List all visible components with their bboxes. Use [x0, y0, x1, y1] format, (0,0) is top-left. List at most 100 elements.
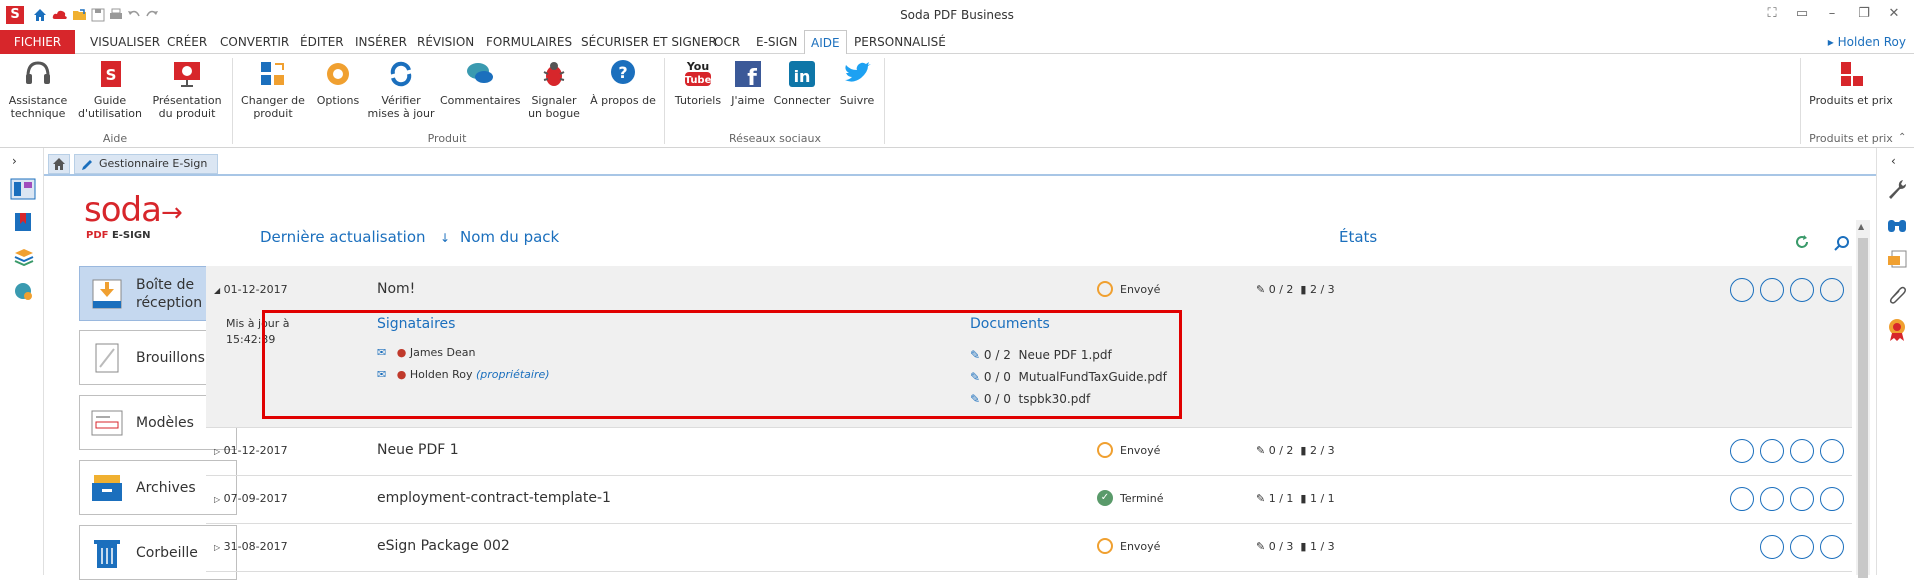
row-expand-icon[interactable]: ▷	[214, 447, 220, 456]
follow-button[interactable]: Suivre	[834, 58, 880, 107]
attachment-icon[interactable]	[1886, 284, 1908, 306]
guide-button[interactable]: S Guide d'utilisation	[76, 58, 144, 120]
comments-button[interactable]: Commentaires	[440, 58, 520, 107]
about-button[interactable]: ? À propos de	[588, 58, 658, 107]
row-expand-icon[interactable]: ▷	[214, 543, 220, 552]
table-row[interactable]: ▷ 31-08-2017 eSign Package 002 Envoyé ✎ …	[206, 524, 1852, 572]
print-action-icon[interactable]	[1790, 487, 1814, 511]
settings-action-icon[interactable]	[1760, 278, 1784, 302]
youtube-logo-bottom: Tube	[685, 75, 712, 86]
sort-arrow-icon[interactable]: ↓	[440, 231, 450, 245]
presentation-button[interactable]: Présentation du produit	[148, 58, 226, 120]
layers-icon[interactable]	[14, 248, 34, 266]
row-date-value: 01-12-2017	[223, 444, 288, 457]
row-counts: ✎ 0 / 2 ▮ 2 / 3	[1256, 444, 1335, 457]
refresh-icon[interactable]	[1794, 234, 1810, 250]
download-action-icon[interactable]	[1730, 487, 1754, 511]
sign-action-icon[interactable]	[1730, 278, 1754, 302]
tutorials-button[interactable]: You Tube Tutoriels	[668, 58, 728, 107]
scroll-up-icon[interactable]: ▲	[1858, 222, 1864, 231]
esign-manager-tab[interactable]: Gestionnaire E-Sign	[74, 154, 219, 174]
options-button[interactable]: Options	[314, 58, 362, 107]
fullscreen-icon[interactable]: ⛶	[1762, 5, 1782, 23]
menu-editer[interactable]: ÉDITER	[294, 30, 350, 54]
expand-panel-icon[interactable]: ›	[12, 154, 17, 168]
row-sign-count: 0 / 3	[1268, 540, 1294, 553]
comment-pages-icon[interactable]	[1886, 248, 1908, 270]
column-last-update[interactable]: Dernière actualisation	[260, 228, 426, 246]
report-bug-button[interactable]: Signaler un bogue	[524, 58, 584, 120]
maximize-button[interactable]: ❐	[1854, 5, 1874, 23]
row-collapse-icon[interactable]: ◢	[214, 286, 220, 295]
table-row[interactable]: ▷ 01-12-2017 Neue PDF 1 Envoyé ✎ 0 / 2 ▮…	[206, 428, 1852, 476]
group-separator	[664, 58, 665, 144]
inbox-icon	[92, 279, 122, 309]
presentation-icon	[174, 62, 200, 87]
table-row[interactable]: ▷ 07-09-2017 employment-contract-templat…	[206, 476, 1852, 524]
menu-securiser[interactable]: SÉCURISER ET SIGNER	[575, 30, 723, 54]
minimize-button[interactable]: –	[1822, 5, 1842, 23]
bookmarks-icon[interactable]	[14, 212, 32, 232]
restore-layout-icon[interactable]: ▭	[1792, 5, 1812, 23]
ribbon-collapse-icon[interactable]: ⌃	[1898, 132, 1906, 143]
products-prices-button[interactable]: Produits et prix	[1806, 58, 1896, 107]
menu-personnalise[interactable]: PERSONNALISÉ	[848, 30, 952, 54]
delete-action-icon[interactable]	[1820, 278, 1844, 302]
thumbnails-icon[interactable]	[10, 178, 36, 200]
column-status[interactable]: États	[1339, 228, 1377, 246]
menu-visualiser[interactable]: VISUALISER	[84, 30, 166, 54]
menu-esign[interactable]: E-SIGN	[750, 30, 803, 54]
save-action-icon[interactable]	[1790, 535, 1814, 559]
youtube-logo-top: You	[686, 60, 709, 73]
row-doc-count: 1 / 1	[1309, 492, 1335, 505]
check-updates-button[interactable]: Vérifier mises à jour	[366, 58, 436, 120]
connect-button[interactable]: in Connecter	[772, 58, 832, 107]
row-expand-icon[interactable]: ▷	[214, 495, 220, 504]
certificate-icon[interactable]	[1886, 318, 1908, 342]
menu-convertir[interactable]: CONVERTIR	[214, 30, 295, 54]
delete-action-icon[interactable]	[1820, 535, 1844, 559]
row-pack-name: Nom!	[377, 281, 416, 297]
globe-link-icon[interactable]	[14, 282, 34, 302]
menu-bar: FICHIER VISUALISER CRÉER CONVERTIR ÉDITE…	[0, 30, 1914, 55]
delete-action-icon[interactable]	[1820, 439, 1844, 463]
pen-icon	[82, 160, 92, 170]
drafts-icon	[95, 343, 119, 373]
home-tab[interactable]	[48, 154, 70, 174]
scroll-thumb[interactable]	[1858, 238, 1868, 578]
menu-revision[interactable]: RÉVISION	[411, 30, 480, 54]
menu-aide[interactable]: AIDE	[804, 30, 847, 55]
binoculars-icon[interactable]	[1886, 214, 1908, 234]
menu-inserer[interactable]: INSÉRER	[349, 30, 413, 54]
settings-action-icon[interactable]	[1760, 439, 1784, 463]
close-button[interactable]: ✕	[1884, 5, 1904, 23]
change-product-label: Changer de produit	[241, 94, 305, 120]
like-button[interactable]: f J'aime	[728, 58, 768, 107]
search-icon[interactable]	[1834, 235, 1850, 251]
menu-ocr[interactable]: OCR	[708, 30, 746, 54]
row-status: Envoyé	[1120, 283, 1161, 296]
highlight-box	[262, 310, 1182, 419]
document-tab-bar: Gestionnaire E-Sign	[44, 152, 1876, 176]
delete-action-icon[interactable]	[1820, 487, 1844, 511]
row-doc-count: 2 / 3	[1309, 283, 1335, 296]
menu-formulaires[interactable]: FORMULAIRES	[480, 30, 578, 54]
assistance-button[interactable]: Assistance technique	[6, 58, 70, 120]
user-name[interactable]: ▸ Holden Roy	[1828, 30, 1906, 54]
menu-creer[interactable]: CRÉER	[161, 30, 213, 54]
change-product-button[interactable]: Changer de produit	[236, 58, 310, 120]
help-icon: ?	[611, 60, 635, 84]
save-action-icon[interactable]	[1760, 487, 1784, 511]
menu-file[interactable]: FICHIER	[0, 30, 75, 54]
save-action-icon[interactable]	[1790, 278, 1814, 302]
collapse-right-icon[interactable]: ‹	[1891, 154, 1896, 168]
settings-action-icon[interactable]	[1760, 535, 1784, 559]
vertical-scrollbar[interactable]: ▲	[1856, 220, 1870, 578]
connect-label: Connecter	[773, 94, 831, 107]
row-sign-count: 0 / 2	[1268, 283, 1294, 296]
column-pack-name[interactable]: Nom du pack	[460, 228, 559, 246]
nav-templates-label: Modèles	[136, 414, 194, 431]
sign-action-icon[interactable]	[1730, 439, 1754, 463]
wrench-icon[interactable]	[1886, 178, 1908, 200]
save-action-icon[interactable]	[1790, 439, 1814, 463]
